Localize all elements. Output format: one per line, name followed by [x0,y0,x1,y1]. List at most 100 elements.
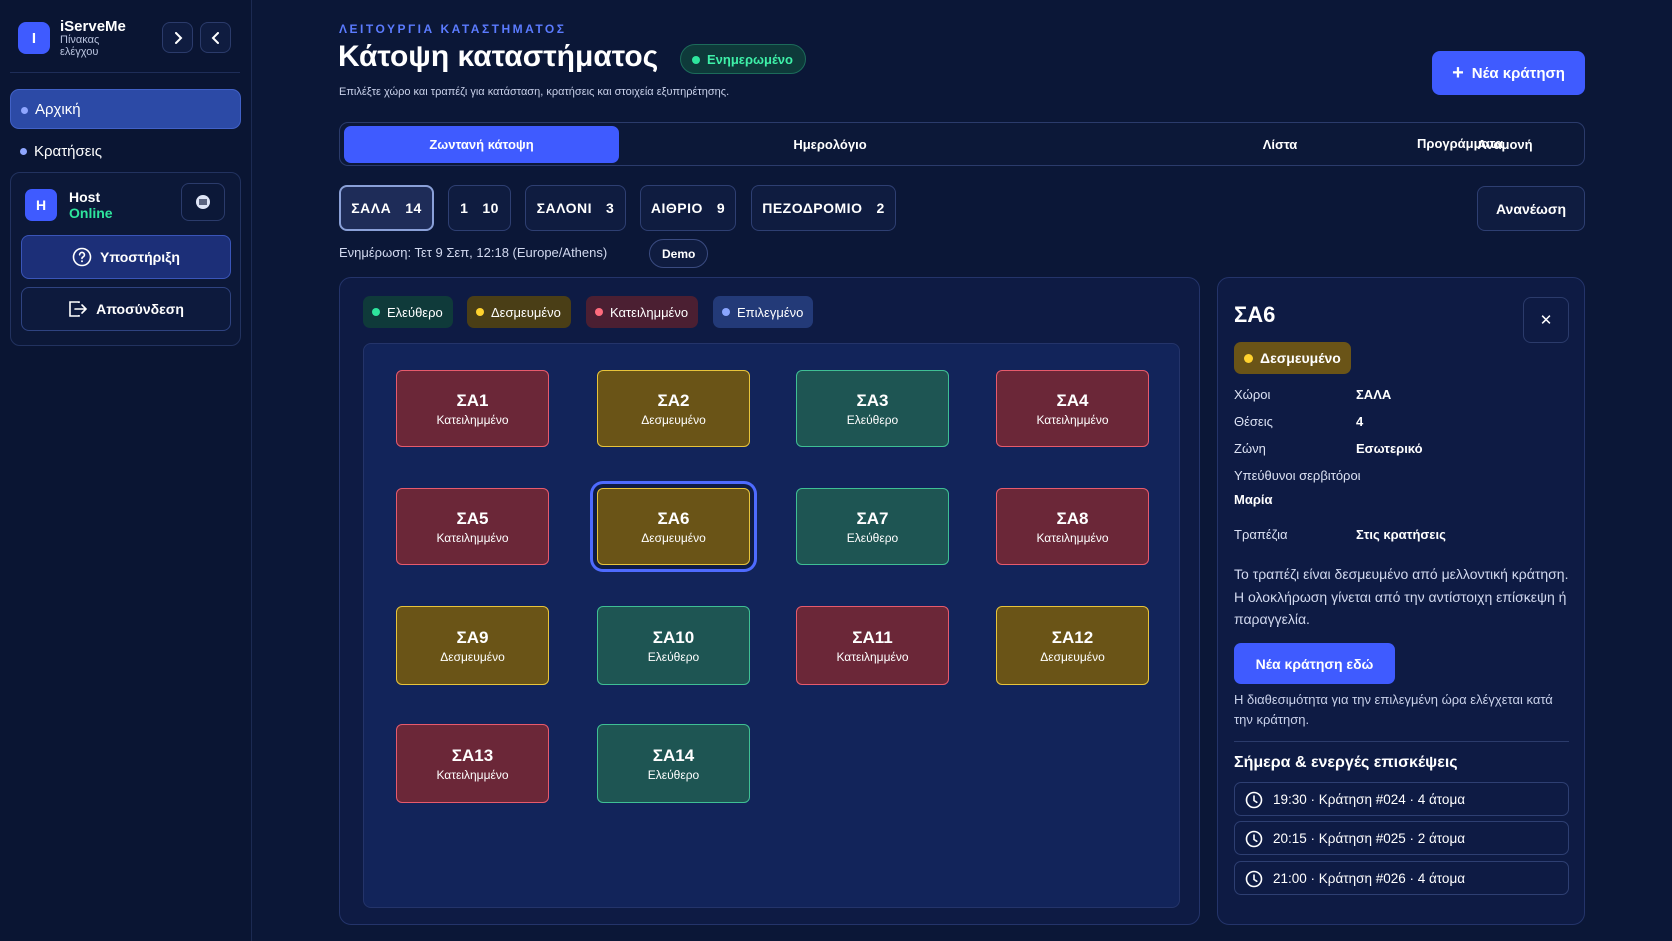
detail-label-zone: Ζώνη [1234,441,1266,456]
room-filter-aithrio[interactable]: ΑΙΘΡΙΟ 9 [640,185,736,231]
table-tile[interactable]: ΣΑ2 Δεσμευμένο [597,370,750,447]
legend-label: Δεσμευμένο [491,304,561,320]
table-status: Κατειλημμένο [836,649,909,664]
help-icon [72,247,92,267]
detail-value-seats: 4 [1356,414,1364,429]
tab-list[interactable]: Λίστα [1200,126,1360,163]
brand-title: iServeMe [60,18,126,35]
detail-description: Το τραπέζι είναι δεσμευμένο από μελλοντι… [1234,566,1569,627]
detail-status-label: Δεσμευμένο [1260,350,1341,366]
table-name: ΣΑ13 [451,745,494,765]
collapse-button[interactable] [200,22,231,53]
table-tile[interactable]: ΣΑ9 Δεσμευμένο [396,606,549,685]
new-reservation-label: Νέα κράτηση [1471,64,1565,82]
new-reservation-here-button[interactable]: Νέα κράτηση εδώ [1234,643,1395,684]
close-button[interactable]: ✕ [1523,297,1569,343]
availability-note: Η διαθεσιμότητα για την επιλεγμένη ώρα ε… [1234,692,1553,727]
new-reservation-button[interactable]: + Νέα κράτηση [1432,51,1585,95]
legend-dot-icon [372,308,380,316]
table-status: Κατειλημμένο [1036,530,1109,545]
visit-label: 19:30 · Κράτηση #024 · 4 άτομα [1273,791,1466,807]
room-name: 1 [460,200,469,216]
table-status: Κατειλημμένο [1036,412,1109,427]
table-tile[interactable]: ΣΑ14 Ελεύθερο [597,724,750,803]
visit-item[interactable]: 19:30 · Κράτηση #024 · 4 άτομα [1234,782,1569,816]
room-filter-pezodromio[interactable]: ΠΕΖΟΔΡΟΜΙΟ 2 [751,185,896,231]
table-name: ΣΑ3 [856,390,889,410]
table-tile[interactable]: ΣΑ3 Ελεύθερο [796,370,949,447]
table-name: ΣΑ1 [456,390,489,410]
legend-reserved: Δεσμευμένο [467,296,571,328]
visit-item[interactable]: 20:15 · Κράτηση #025 · 2 άτομα [1234,821,1569,855]
detail-value-tables: Στις κρατήσεις [1356,527,1446,542]
room-name: ΣΑΛΟΝΙ [536,200,593,216]
legend-label: Επιλεγμένο [737,304,804,320]
tab-schedules[interactable]: Προγράμματα [1380,125,1540,162]
status-dot-icon [692,56,700,64]
host-menu-button[interactable] [181,183,225,221]
status-badge-label: Ενημερωμένο [707,51,793,67]
table-name: ΣΑ10 [652,627,695,647]
room-name: ΑΙΘΡΙΟ [650,200,703,216]
tab-live-floor[interactable]: Ζωντανή κάτοψη [344,126,619,163]
table-tile[interactable]: ΣΑ10 Ελεύθερο [597,606,750,685]
table-tile[interactable]: ΣΑ1 Κατειλημμένο [396,370,549,447]
tab-calendar[interactable]: Ημερολόγιο [700,126,960,163]
table-status: Δεσμευμένο [641,412,706,427]
table-tile[interactable]: ΣΑ13 Κατειλημμένο [396,724,549,803]
table-tile[interactable]: ΣΑ8 Κατειλημμένο [996,488,1149,565]
table-status: Δεσμευμένο [641,530,706,545]
room-count: 3 [606,200,615,216]
detail-label-seats: Θέσεις [1234,414,1273,429]
table-grid: ΣΑ1 Κατειλημμένο ΣΑ2 Δεσμευμένο ΣΑ3 Ελεύθερ… [363,343,1180,908]
brand-logo: I [18,22,50,54]
table-status: Δεσμευμένο [440,649,505,664]
table-name: ΣΑ14 [652,745,695,765]
table-status: Κατειλημμένο [436,767,509,782]
detail-label-rooms: Χώροι [1234,387,1271,402]
nav-item-home[interactable]: Αρχική [10,89,241,129]
avatar: H [25,189,57,221]
nav-item-reservations[interactable]: Κρατήσεις [10,131,241,171]
nav-item-label: Κρατήσεις [34,142,102,160]
detail-status-badge: Δεσμευμένο [1234,342,1351,374]
detail-label-waiters: Υπεύθυνοι σερβιτόροι [1234,468,1361,483]
table-tile-selected[interactable]: ΣΑ6 Δεσμευμένο [597,488,750,565]
table-name: ΣΑ6 [657,508,690,528]
room-filter-saloni[interactable]: ΣΑΛΟΝΙ 3 [525,185,626,231]
table-tile[interactable]: ΣΑ11 Κατειλημμένο [796,606,949,685]
room-filter-sala[interactable]: ΣΑΛΑ 14 [339,185,434,231]
host-status: Online [69,205,113,221]
nav-dot-icon [20,148,27,155]
table-status: Κατειλημμένο [436,530,509,545]
refresh-button[interactable]: Ανανέωση [1477,186,1585,231]
sidebar: I iServeMe Πίνακας ελέγχου Αρχική Κρατήσ… [0,0,252,941]
room-count: 10 [482,200,499,216]
logout-label: Αποσύνδεση [96,301,184,317]
logout-button[interactable]: Αποσύνδεση [21,287,231,331]
status-dot-icon [1244,354,1253,363]
table-tile[interactable]: ΣΑ4 Κατειλημμένο [996,370,1149,447]
legend-dot-icon [722,308,730,316]
detail-divider [1234,741,1569,742]
table-name: ΣΑ9 [456,627,489,647]
room-filter-1[interactable]: 1 10 [448,185,511,231]
sidebar-divider [10,72,240,73]
last-updated-text: Ενημέρωση: Τετ 9 Σεπ, 12:18 (Europe/Athe… [339,245,608,260]
room-count: 9 [716,200,726,216]
expand-button[interactable] [162,22,193,53]
page-eyebrow: ΛΕΙΤΟΥΡΓΙΑ ΚΑΤΑΣΤΗΜΑΤΟΣ [339,22,567,36]
table-tile[interactable]: ΣΑ5 Κατειλημμένο [396,488,549,565]
chevron-left-icon [211,31,219,44]
visit-item[interactable]: 21:00 · Κράτηση #026 · 4 άτομα [1234,861,1569,895]
table-name: ΣΑ4 [1056,390,1089,410]
visit-label: 21:00 · Κράτηση #026 · 4 άτομα [1273,870,1466,886]
support-button[interactable]: Υποστήριξη [21,235,231,279]
table-tile[interactable]: ΣΑ12 Δεσμευμένο [996,606,1149,685]
table-tile[interactable]: ΣΑ7 Ελεύθερο [796,488,949,565]
nav-item-label: Αρχική [35,100,81,118]
table-status: Δεσμευμένο [1040,649,1105,664]
visits-heading: Σήμερα & ενεργές επισκέψεις [1234,754,1458,771]
list-icon [196,195,210,209]
close-icon: ✕ [1539,312,1553,329]
